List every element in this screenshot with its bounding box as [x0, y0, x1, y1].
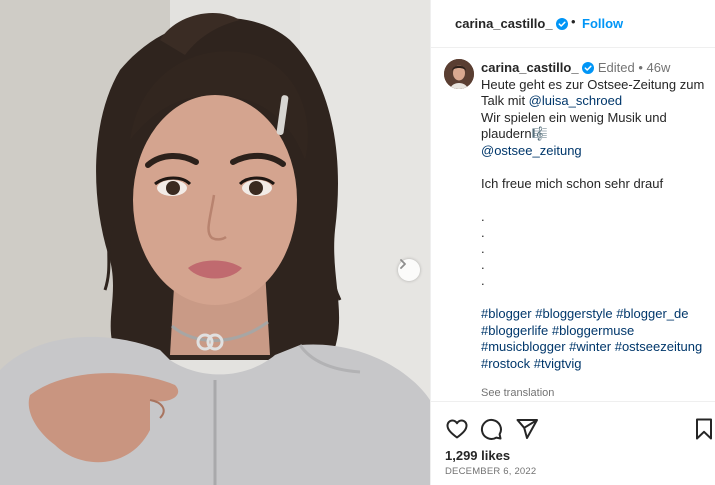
- caption-dot: .: [481, 257, 485, 273]
- music-emoji: 🎼: [531, 126, 548, 141]
- caption-line-2-text: Talk mit: [481, 93, 529, 108]
- mention-luisa[interactable]: @luisa_schroed: [529, 93, 622, 108]
- see-translation-link[interactable]: See translation: [481, 387, 554, 399]
- post-actions: 1,299 likes DECEMBER 6, 2022: [431, 401, 715, 485]
- caption-line-4: plaudern🎼: [481, 126, 713, 143]
- caption-line-4-text: plaudern: [481, 126, 532, 141]
- caption-text: carina_castillo_ Edited • 46w Heute geht…: [481, 60, 713, 372]
- caption-line-3: Wir spielen ein wenig Musik und: [481, 109, 667, 125]
- mention-ostsee-zeitung[interactable]: @ostsee_zeitung: [481, 143, 713, 160]
- hashtag-link[interactable]: #ostseezeitung: [615, 339, 702, 354]
- caption-header-line: carina_castillo_ Edited • 46w: [481, 60, 713, 77]
- avatar[interactable]: [444, 59, 474, 89]
- post-date: DECEMBER 6, 2022: [445, 466, 537, 477]
- post-side-panel: carina_castillo_ • Follow carina_castill…: [430, 0, 715, 485]
- caption-username[interactable]: carina_castillo_: [481, 60, 579, 75]
- caption-line-2: Talk mit @luisa_schroed: [481, 93, 713, 110]
- caption-line-1: Heute geht es zur Ostsee-Zeitung zum: [481, 76, 705, 92]
- bookmark-icon[interactable]: [692, 417, 715, 441]
- caption-dot: .: [481, 208, 485, 224]
- comment-bubble-icon[interactable]: [479, 417, 503, 441]
- likes-count[interactable]: 1,299 likes: [445, 448, 510, 463]
- caption-line-5: Ich freue mich schon sehr drauf: [481, 175, 664, 191]
- hashtag-link[interactable]: #bloggerstyle: [535, 306, 612, 321]
- hashtag-row-4: #rostock #tvigtvig: [481, 356, 713, 373]
- meta-separator: •: [638, 60, 643, 75]
- verified-badge-icon: [556, 18, 569, 30]
- caption-dot: .: [481, 273, 485, 289]
- hashtag-link[interactable]: #bloggerlife: [481, 323, 548, 338]
- header-separator: •: [571, 14, 576, 29]
- hashtag-link[interactable]: #tvigtvig: [534, 356, 582, 371]
- hashtag-row-2: #bloggerlife #bloggermuse: [481, 323, 713, 340]
- edited-label: Edited: [597, 60, 635, 75]
- caption-area: carina_castillo_ Edited • 46w Heute geht…: [431, 48, 715, 400]
- header-username[interactable]: carina_castillo_: [455, 16, 553, 31]
- post-image: [0, 0, 430, 485]
- post-photo[interactable]: [0, 0, 430, 485]
- hashtag-link[interactable]: #rostock: [481, 356, 530, 371]
- hashtag-link[interactable]: #winter: [569, 339, 611, 354]
- hashtag-row-3: #musicblogger #winter #ostseezeitung: [481, 339, 713, 356]
- paper-plane-icon[interactable]: [515, 417, 539, 441]
- avatar-image: [444, 59, 474, 89]
- hashtag-link[interactable]: #musicblogger: [481, 339, 566, 354]
- heart-icon[interactable]: [445, 417, 469, 441]
- hashtag-link[interactable]: #bloggermuse: [552, 323, 634, 338]
- next-photo-button[interactable]: [398, 259, 420, 281]
- header-username-row: carina_castillo_: [455, 16, 569, 31]
- post-header: carina_castillo_ • Follow: [431, 0, 715, 48]
- caption-dot: .: [481, 224, 485, 240]
- hashtag-link[interactable]: #blogger: [481, 306, 532, 321]
- post-age[interactable]: 46w: [647, 60, 671, 75]
- hashtag-link[interactable]: #blogger_de: [616, 306, 688, 321]
- caption-dot: .: [481, 240, 485, 256]
- hashtag-row-1: #blogger #bloggerstyle #blogger_de: [481, 306, 713, 323]
- follow-button[interactable]: Follow: [582, 16, 623, 31]
- verified-badge-icon: [582, 62, 595, 74]
- chevron-right-icon: [400, 259, 406, 269]
